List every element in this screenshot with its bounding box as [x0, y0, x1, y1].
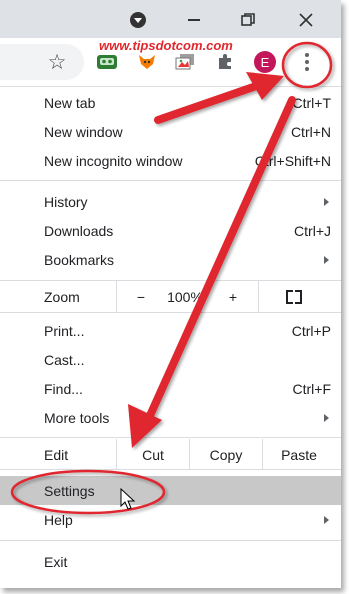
submenu-arrow-icon — [324, 256, 329, 264]
menu-item-label: Find... — [44, 381, 83, 397]
menu-item-more-tools[interactable]: More tools — [0, 403, 341, 432]
menu-item-find[interactable]: Find... Ctrl+F — [0, 374, 341, 403]
menu-item-label: Downloads — [44, 223, 114, 239]
minimize-icon — [188, 19, 200, 21]
menu-item-shortcut: Ctrl+P — [291, 323, 331, 339]
menu-item-label: More tools — [44, 410, 110, 426]
stack-extension-icon[interactable] — [174, 51, 196, 73]
close-icon — [299, 13, 313, 27]
menu-divider — [0, 437, 341, 438]
fullscreen-icon[interactable] — [286, 290, 302, 304]
zoom-level: 100% — [167, 288, 203, 305]
edit-label: Edit — [44, 447, 69, 463]
menu-item-settings[interactable]: Settings — [0, 476, 341, 505]
menu-divider — [0, 280, 341, 281]
divider — [258, 281, 259, 312]
menu-item-label: Cast... — [44, 352, 85, 368]
menu-item-label: New incognito window — [44, 153, 183, 169]
menu-item-label: History — [44, 194, 88, 210]
menu-item-new-tab[interactable]: New tab Ctrl+T — [0, 88, 341, 117]
menu-item-new-incognito[interactable]: New incognito window Ctrl+Shift+N — [0, 146, 341, 175]
menu-item-label: Bookmarks — [44, 252, 115, 268]
menu-item-shortcut: Ctrl+Shift+N — [254, 153, 331, 169]
cut-button[interactable]: Cut — [117, 440, 189, 469]
menu-item-downloads[interactable]: Downloads Ctrl+J — [0, 216, 341, 245]
menu-item-shortcut: Ctrl+F — [292, 381, 332, 397]
menu-row-edit: Edit Cut Copy Paste — [0, 439, 341, 470]
address-bar[interactable] — [0, 44, 84, 80]
menu-item-bookmarks[interactable]: Bookmarks — [0, 245, 341, 274]
menu-item-label: Print... — [44, 323, 85, 339]
menu-item-label: Help — [44, 512, 73, 528]
menu-item-label: Settings — [44, 483, 95, 499]
menu-item-new-window[interactable]: New window Ctrl+N — [0, 117, 341, 146]
menu-item-exit[interactable]: Exit — [0, 547, 341, 576]
menu-item-shortcut: Ctrl+J — [294, 223, 331, 239]
zoom-label: Zoom — [44, 289, 80, 305]
menu-item-shortcut: Ctrl+N — [290, 124, 331, 140]
avatar[interactable]: E — [254, 51, 276, 73]
paste-button[interactable]: Paste — [263, 440, 335, 469]
browser-window: ☆ E www.tipsdotcom.com New tab Ctrl+T Ne… — [0, 0, 341, 588]
minimize-button[interactable] — [182, 8, 206, 32]
star-icon[interactable]: ☆ — [46, 51, 68, 74]
menu-divider — [0, 469, 341, 470]
tab-search-button[interactable] — [126, 8, 150, 32]
puzzle-icon[interactable] — [214, 51, 236, 73]
menu-divider — [0, 180, 341, 181]
chevron-down-icon — [130, 12, 146, 28]
close-button[interactable] — [294, 8, 318, 32]
submenu-arrow-icon — [324, 516, 329, 524]
menu-item-shortcut: Ctrl+T — [292, 95, 332, 111]
more-menu-icon[interactable] — [296, 51, 318, 73]
restore-icon — [241, 13, 255, 26]
menu-divider — [0, 312, 341, 313]
copy-button[interactable]: Copy — [190, 440, 262, 469]
menu-row-zoom: Zoom − 100% + — [0, 281, 341, 312]
zoom-out-button[interactable]: − — [124, 282, 158, 311]
maximize-button[interactable] — [236, 8, 260, 32]
menu-item-label: New tab — [44, 95, 96, 111]
menu-item-print[interactable]: Print... Ctrl+P — [0, 316, 341, 345]
menu-divider — [0, 540, 341, 541]
divider — [116, 281, 117, 312]
watermark: www.tipsdotcom.com — [99, 38, 233, 53]
submenu-arrow-icon — [324, 414, 329, 422]
menu-item-label: New window — [44, 124, 123, 140]
menu-item-history[interactable]: History — [0, 187, 341, 216]
zoom-in-button[interactable]: + — [216, 282, 250, 311]
menu-item-label: Exit — [44, 554, 68, 570]
title-bar — [0, 0, 341, 38]
submenu-arrow-icon — [324, 198, 329, 206]
menu-item-cast[interactable]: Cast... — [0, 345, 341, 374]
menu-item-help[interactable]: Help — [0, 505, 341, 534]
fox-extension-icon[interactable] — [136, 51, 158, 73]
robot-extension-icon[interactable] — [96, 51, 118, 73]
